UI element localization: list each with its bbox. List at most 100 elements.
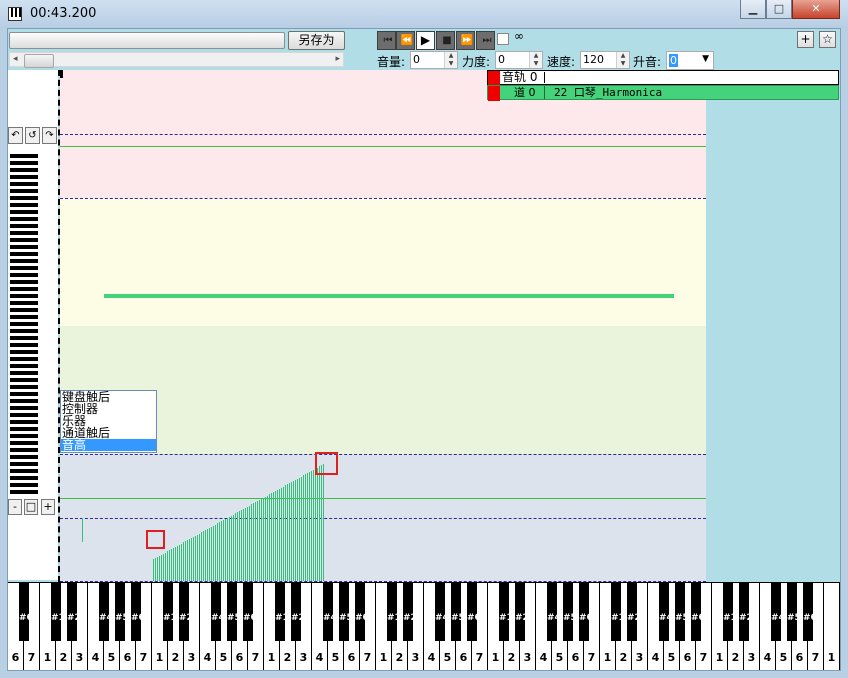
velocity-bar[interactable] [237,512,238,581]
black-key[interactable]: #5 [787,583,801,641]
velocity-bar[interactable] [311,471,312,581]
velocity-bar[interactable] [261,499,262,581]
menu-item-selected[interactable]: 音高 [61,439,156,451]
velocity-bar[interactable] [275,491,276,581]
loop-checkbox[interactable] [497,33,509,45]
velocity-bar[interactable] [211,527,212,581]
vertical-key[interactable] [10,154,38,158]
vertical-key[interactable] [10,364,38,368]
velocity-bar[interactable] [179,545,180,581]
black-key[interactable]: #2 [403,583,417,641]
velocity-bar[interactable] [273,492,274,581]
velocity-bar[interactable] [165,553,166,581]
black-key[interactable]: #4 [211,583,225,641]
velocity-bar[interactable] [289,483,290,581]
black-key[interactable]: #5 [451,583,465,641]
velocity-bar[interactable] [239,511,240,581]
play-button[interactable]: ▶ [416,31,435,50]
zoom-fit-button[interactable]: □ [24,499,38,515]
vertical-key[interactable] [10,203,38,207]
vertical-key[interactable] [10,168,38,172]
velocity-bar[interactable] [215,525,216,581]
velocity-bar[interactable] [255,502,256,581]
velocity-bar[interactable] [279,489,280,581]
vertical-key[interactable] [10,399,38,403]
maximize-button[interactable]: □ [766,0,792,19]
velocity-bar[interactable] [249,506,250,581]
black-key[interactable]: #5 [563,583,577,641]
vertical-key[interactable] [10,413,38,417]
spin-arrows-icon[interactable]: ▲ ▼ [444,52,457,68]
velocity-bar[interactable] [251,504,252,581]
velocity-bar[interactable] [313,470,314,581]
vertical-key[interactable] [10,266,38,270]
velocity-bar[interactable] [281,488,282,581]
piano-roll-canvas[interactable] [58,70,706,582]
velocity-bar[interactable] [283,487,284,581]
vertical-key[interactable] [10,280,38,284]
black-key[interactable]: #5 [115,583,129,641]
vertical-key[interactable] [10,371,38,375]
velocity-marker[interactable] [82,518,83,542]
velocity-bar[interactable] [207,529,208,581]
ramp-end-handle[interactable] [315,452,338,475]
last-button[interactable]: ⏭ [476,31,495,50]
vertical-key[interactable] [10,224,38,228]
controller-menu[interactable]: 键盘触后 控制器 乐器 通道触后 音高 [60,390,157,453]
vertical-key[interactable] [10,406,38,410]
velocity-bar[interactable] [177,546,178,581]
vertical-key[interactable] [10,245,38,249]
black-key[interactable]: #2 [627,583,641,641]
velocity-bar[interactable] [153,559,154,581]
velocity-bar[interactable] [319,466,320,581]
velocity-bar[interactable] [187,540,188,581]
velocity-bar[interactable] [191,538,192,581]
track-panel[interactable]: 音轨 0 道 0 22 口琴_Harmonica [487,70,839,101]
velocity-bar[interactable] [217,523,218,581]
vertical-key[interactable] [10,455,38,459]
vertical-key[interactable] [10,287,38,291]
velocity-bar[interactable] [201,532,202,581]
rewind-button[interactable]: ⏪ [396,31,415,50]
velocity-bar[interactable] [293,481,294,581]
velocity-bar[interactable] [175,547,176,581]
note-bar[interactable] [104,294,674,298]
vertical-key[interactable] [10,175,38,179]
black-key[interactable]: #1 [51,583,65,641]
velocity-bar[interactable] [317,468,318,581]
vertical-key[interactable] [10,476,38,480]
vertical-key[interactable] [10,273,38,277]
vertical-key[interactable] [10,343,38,347]
black-key[interactable]: #2 [291,583,305,641]
velocity-bar[interactable] [245,508,246,581]
vertical-key[interactable] [10,301,38,305]
velocity-bar[interactable] [203,531,204,581]
velocity-bar[interactable] [257,501,258,581]
velocity-bar[interactable] [269,494,270,581]
velocity-spinbox[interactable]: 0 ▲ ▼ [495,51,543,69]
vertical-key[interactable] [10,161,38,165]
velocity-bar[interactable] [233,515,234,581]
zoom-out-button[interactable]: - [8,499,22,515]
black-key[interactable]: #6 [355,583,369,641]
black-key[interactable]: #6 [691,583,705,641]
velocity-bar[interactable] [155,558,156,581]
velocity-bar[interactable] [205,530,206,581]
forward-button[interactable]: ⏩ [456,31,475,50]
vertical-key[interactable] [10,434,38,438]
black-key[interactable]: #6 [243,583,257,641]
velocity-bar[interactable] [309,472,310,581]
vertical-key[interactable] [10,252,38,256]
redo-button[interactable]: ↷ [42,127,57,144]
minimize-button[interactable]: ▁ [740,0,766,19]
velocity-bar[interactable] [185,541,186,581]
vertical-key[interactable] [10,469,38,473]
velocity-bar[interactable] [297,479,298,581]
black-key[interactable]: #6 [467,583,481,641]
black-key[interactable]: #4 [659,583,673,641]
velocity-bar[interactable] [221,521,222,581]
black-key[interactable]: #1 [611,583,625,641]
horizontal-scrollbar[interactable]: ◂ ▸ [9,52,344,68]
velocity-bar[interactable] [173,548,174,581]
zoom-in-button[interactable]: + [41,499,55,515]
